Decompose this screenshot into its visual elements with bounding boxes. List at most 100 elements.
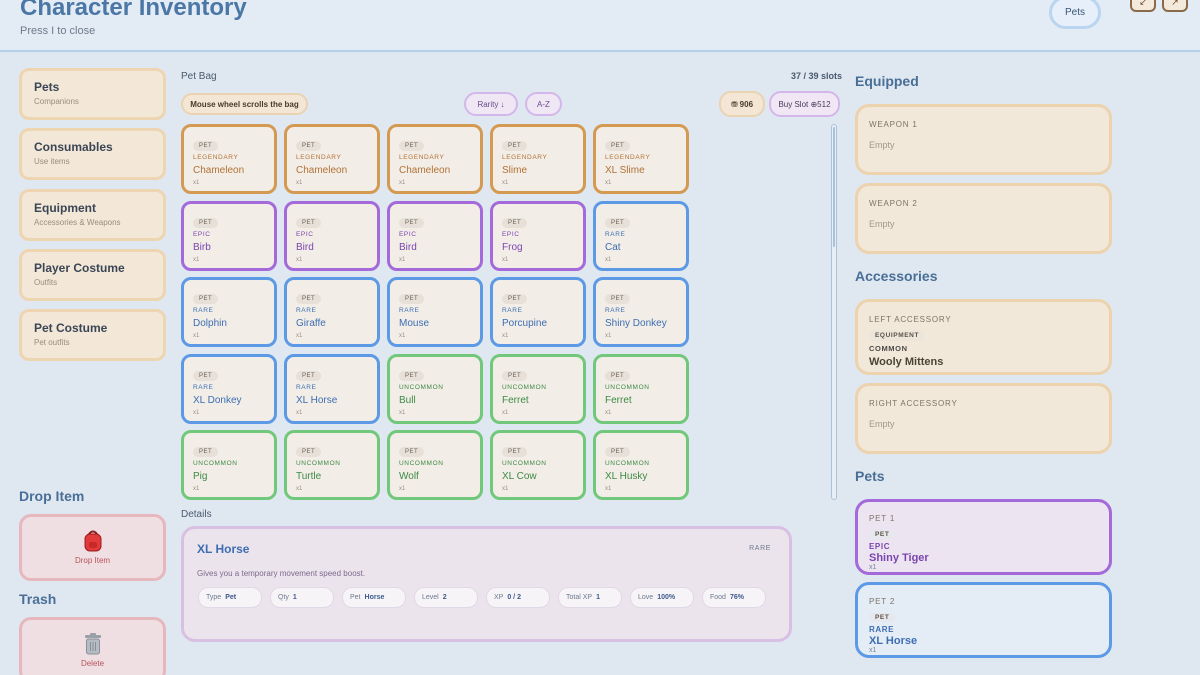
pet-slot-item[interactable]: PET RARE XL Horse x1 — [284, 353, 380, 424]
item-qty: x1 — [193, 256, 200, 263]
item-name: XL Husky — [605, 471, 648, 482]
slot-count: 37 / 39 slots — [791, 71, 843, 81]
backpack-icon — [84, 530, 101, 552]
item-name: Porcupine — [502, 318, 548, 329]
pet-slot-item[interactable]: PET LEGENDARY XL Slime x1 — [593, 124, 689, 194]
item-rarity: RARE — [605, 230, 626, 238]
category-pet-costume[interactable]: Pet Costume Pet outfits — [19, 309, 166, 361]
pet-1-slot[interactable]: PET 1 PET EPIC Shiny Tiger x1 — [855, 499, 1112, 575]
pet-slot-item[interactable]: PET UNCOMMON Ferret x1 — [490, 353, 586, 424]
pet-slot-item[interactable]: PET LEGENDARY Slime x1 — [490, 124, 586, 194]
buy-slot-button[interactable]: Buy Slot ⊕512 — [769, 91, 840, 117]
item-qty: x1 — [605, 256, 612, 263]
category-label: Pet Costume — [34, 321, 108, 335]
pet-slot-item[interactable]: PET LEGENDARY Chameleon x1 — [284, 124, 380, 194]
weapon-2-slot[interactable]: WEAPON 2 Empty — [855, 183, 1112, 254]
pet-slot-item[interactable]: PET RARE Porcupine x1 — [490, 277, 586, 347]
equipped-title: Equipped — [855, 73, 919, 89]
item-rarity: UNCOMMON — [502, 460, 547, 467]
pet-slot-item[interactable]: PET UNCOMMON Ferret x1 — [593, 353, 689, 424]
item-name: Slime — [502, 165, 528, 176]
scroll-thumb[interactable] — [833, 127, 835, 247]
item-name: Chameleon — [399, 165, 451, 176]
pet-slot-item[interactable]: PET RARE Mouse x1 — [387, 277, 483, 347]
pet-name: XL Horse — [869, 635, 918, 647]
item-rarity: EPIC — [193, 230, 211, 238]
item-rarity: EPIC — [296, 230, 314, 238]
pet-tag: PET — [399, 217, 425, 228]
pet-2-slot[interactable]: PET 2 PET RARE XL Horse x1 — [855, 582, 1112, 658]
pet-slot-item[interactable]: PET LEGENDARY Chameleon x1 — [387, 124, 483, 194]
pet-slot-item[interactable]: PET EPIC Birb x1 — [181, 200, 277, 271]
details-label: Details — [181, 509, 212, 520]
pet-tag: PET — [502, 447, 528, 457]
pet-slot-item[interactable]: PET UNCOMMON Pig x1 — [181, 430, 277, 500]
pet-tag: PET — [399, 447, 425, 457]
weapon-1-slot[interactable]: WEAPON 1 Empty — [855, 104, 1112, 175]
item-rarity: RARE — [502, 307, 523, 314]
stat-pet: Pet Horse — [342, 587, 406, 608]
pet-slot-item[interactable]: PET RARE Shiny Donkey x1 — [593, 277, 689, 347]
item-qty: x1 — [605, 486, 612, 492]
trash-title: Trash — [19, 591, 57, 607]
pet-slot-item[interactable]: PET UNCOMMON Turtle x1 — [284, 430, 380, 500]
category-pets[interactable]: Pets Companions — [19, 68, 166, 120]
pet-rarity: EPIC — [869, 542, 891, 551]
item-name: Bird — [296, 241, 314, 253]
minimize-button[interactable]: ↙ — [1130, 0, 1156, 12]
item-qty: x1 — [399, 180, 406, 186]
item-tag: EQUIPMENT — [869, 330, 926, 341]
drop-item-title: Drop Item — [19, 488, 85, 504]
pet-slot-item[interactable]: PET RARE Giraffe x1 — [284, 277, 380, 347]
item-qty: x1 — [605, 333, 612, 339]
left-accessory-slot[interactable]: LEFT ACCESSORY EQUIPMENT COMMON Wooly Mi… — [855, 299, 1112, 375]
item-rarity: LEGENDARY — [399, 154, 445, 161]
item-rarity: UNCOMMON — [296, 460, 341, 467]
pet-qty: x1 — [869, 564, 877, 571]
tab-pets[interactable]: Pets — [1049, 0, 1101, 29]
stat-food: Food 76% — [702, 587, 766, 608]
pet-slot-item[interactable]: PET UNCOMMON Bull x1 — [387, 353, 483, 424]
pet-slot-item[interactable]: PET EPIC Bird x1 — [387, 200, 483, 271]
trash-zone[interactable]: Delete — [19, 617, 166, 675]
item-rarity: RARE — [296, 307, 317, 314]
close-hint: Press I to close — [20, 25, 96, 37]
pet-tag: PET — [296, 370, 322, 381]
restore-button[interactable]: ↗ — [1162, 0, 1188, 12]
pet-slot-item[interactable]: PET EPIC Bird x1 — [284, 200, 380, 271]
delete-label: Delete — [80, 658, 105, 668]
pet-slot-item[interactable]: PET UNCOMMON XL Cow x1 — [490, 430, 586, 500]
item-name: Bull — [399, 394, 416, 406]
item-qty: x1 — [502, 486, 509, 492]
details-item-name: XL Horse — [197, 542, 250, 556]
item-qty: x1 — [502, 409, 509, 416]
pet-slot-item[interactable]: PET UNCOMMON XL Husky x1 — [593, 430, 689, 500]
item-rarity: UNCOMMON — [605, 460, 650, 467]
category-consumables[interactable]: Consumables Use items — [19, 128, 166, 180]
item-qty: x1 — [193, 409, 200, 416]
pet-tag: PET — [296, 141, 322, 151]
pet-tag: PET — [605, 294, 631, 304]
pet-tag: PET — [399, 370, 425, 381]
pet-slot-item[interactable]: PET RARE Cat x1 — [593, 200, 689, 271]
item-qty: x1 — [296, 180, 303, 186]
pet-slot-item[interactable]: PET RARE XL Donkey x1 — [181, 353, 277, 424]
item-rarity: LEGENDARY — [193, 154, 239, 161]
coin-icon: ⛃ — [730, 99, 738, 109]
pet-slot-item[interactable]: PET RARE Dolphin x1 — [181, 277, 277, 347]
bag-scrollbar[interactable] — [831, 124, 837, 500]
category-equipment[interactable]: Equipment Accessories & Weapons — [19, 189, 166, 241]
pet-slot-item[interactable]: PET UNCOMMON Wolf x1 — [387, 430, 483, 500]
pet-slot-item[interactable]: PET EPIC Frog x1 — [490, 200, 586, 271]
right-accessory-slot[interactable]: RIGHT ACCESSORY Empty — [855, 383, 1112, 454]
item-rarity: RARE — [296, 383, 317, 391]
pet-name: Shiny Tiger — [869, 552, 929, 564]
pet-slot-item[interactable]: PET LEGENDARY Chameleon x1 — [181, 124, 277, 194]
sort-az-button[interactable]: A-Z — [525, 92, 562, 116]
category-player-costume[interactable]: Player Costume Outfits — [19, 249, 166, 301]
slot-label: WEAPON 1 — [869, 120, 918, 129]
item-rarity: UNCOMMON — [399, 460, 444, 467]
item-rarity: UNCOMMON — [605, 383, 650, 391]
sort-rarity-button[interactable]: Rarity ↓ — [464, 92, 518, 116]
drop-item-zone[interactable]: Drop Item — [19, 514, 166, 581]
